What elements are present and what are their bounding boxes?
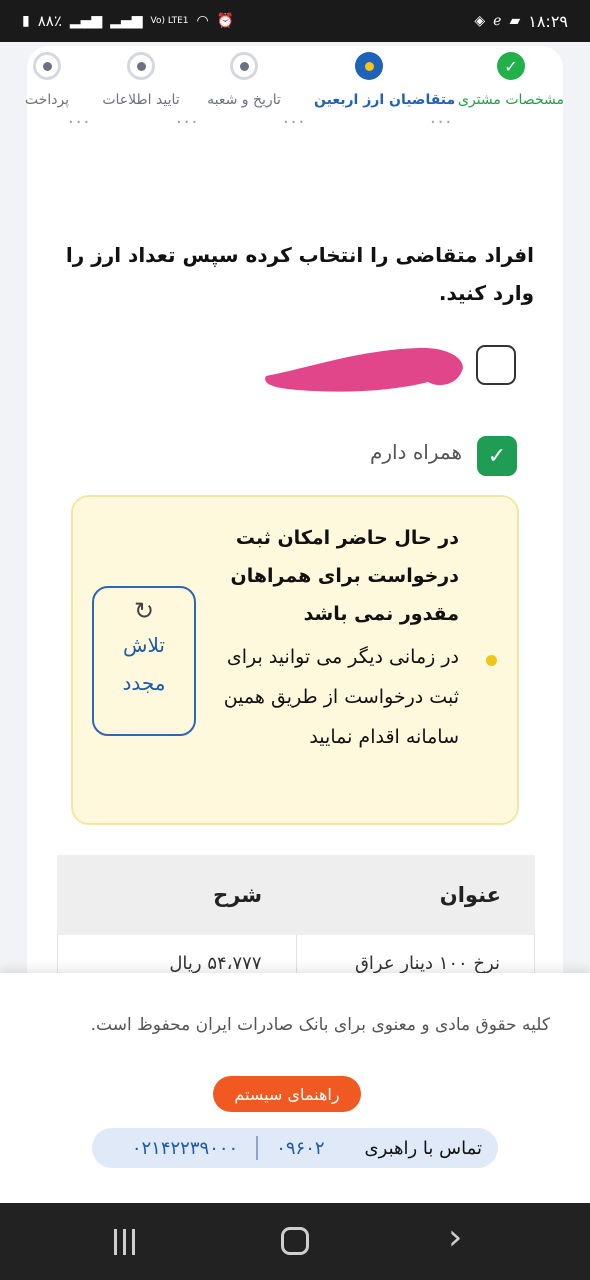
- step-payment[interactable]: پرداخت: [0, 52, 102, 108]
- notice-body: در زمانی دیگر می توانید برای ثبت درخواست…: [223, 646, 459, 748]
- recents-icon[interactable]: [114, 1229, 135, 1255]
- system-nav-bar: ›: [0, 1203, 590, 1280]
- wifi-icon: ◠: [196, 13, 209, 29]
- contact-label: تماس با راهبری: [364, 1137, 482, 1159]
- step-confirm-info[interactable]: تایید اطلاعات: [86, 52, 196, 108]
- alarm-icon: ⏰: [216, 13, 235, 29]
- column-header-title: عنوان: [439, 883, 501, 907]
- refresh-icon: ↻: [133, 597, 155, 625]
- contact-number-short[interactable]: ۰۹۶۰۲: [258, 1138, 342, 1159]
- network-label: Vo) LTE1: [150, 16, 189, 26]
- message-icon: ▰: [509, 13, 521, 29]
- home-icon[interactable]: [281, 1227, 309, 1255]
- idle-step-icon: [127, 52, 155, 80]
- clock: ۱۸:۲۹: [528, 11, 568, 31]
- instruction-text: افراد متقاضی را انتخاب کرده سپس تعداد ار…: [65, 243, 534, 305]
- step-separator: ...: [283, 107, 307, 128]
- step-label: مشخصات مشتری: [458, 92, 564, 108]
- back-icon[interactable]: ›: [448, 1217, 462, 1258]
- status-left: ▮ ۸۸٪ ▂▄▆ ▂▄▆ Vo) LTE1 ◠ ⏰: [22, 12, 234, 30]
- check-icon: ✓: [487, 443, 507, 469]
- step-label: متقاضیان ارز اربعین: [314, 92, 456, 108]
- footer: کلیه حقوق مادی و معنوی برای بانک صادرات …: [0, 973, 590, 1203]
- notice-box: در حال حاضر امکان ثبت درخواست برای همراه…: [71, 495, 519, 825]
- step-label: تایید اطلاعات: [102, 92, 180, 108]
- battery-level: ۸۸٪: [37, 12, 62, 30]
- column-header-description: شرح: [213, 883, 262, 907]
- idle-step-icon: [33, 52, 61, 80]
- step-separator: ...: [176, 107, 200, 128]
- step-customer-details[interactable]: ✓ مشخصات مشتری: [456, 52, 566, 108]
- copyright-text: کلیه حقوق مادی و معنوی برای بانک صادرات …: [90, 1015, 550, 1035]
- status-bar: ▮ ۸۸٪ ▂▄▆ ▂▄▆ Vo) LTE1 ◠ ⏰ ◈ ℯ ▰ ۱۸:۲۹: [0, 0, 590, 42]
- step-label: تاریخ و شعبه: [207, 92, 281, 108]
- system-guide-button[interactable]: راهنمای سیستم: [213, 1076, 361, 1112]
- step-separator: ...: [68, 107, 92, 128]
- bullet-icon: [486, 655, 497, 666]
- app-icon: ◈: [474, 13, 486, 29]
- companion-label: همراه دارم: [369, 440, 462, 464]
- notice-title: در حال حاضر امکان ثبت درخواست برای همراه…: [230, 527, 459, 625]
- status-right: ◈ ℯ ▰ ۱۸:۲۹: [474, 12, 568, 31]
- idle-step-icon: [230, 52, 258, 80]
- step-label: پرداخت: [24, 92, 70, 108]
- signal-icon: ▂▄▆: [69, 13, 103, 29]
- signal-icon-2: ▂▄▆: [110, 13, 143, 29]
- retry-label: تلاش مجدد: [122, 633, 166, 695]
- step-arbaeen-applicants[interactable]: متقاضیان ارز اربعین: [314, 52, 456, 108]
- battery-icon: ▮: [22, 13, 30, 29]
- support-contact: تماس با راهبری ۰۹۶۰۲ ۰۲۱۴۲۲۳۹۰۰۰: [92, 1128, 498, 1168]
- browser-icon: ℯ: [493, 13, 502, 29]
- rates-table: عنوان شرح نرخ ۱۰۰ دینار عراق ۵۴،۷۷۷ ریال: [57, 855, 535, 980]
- redacted-name-scribble: [265, 347, 463, 392]
- progress-stepper: ✓ مشخصات مشتری ... متقاضیان ارز اربعین .…: [0, 52, 590, 172]
- contact-number-landline[interactable]: ۰۲۱۴۲۲۳۹۰۰۰: [114, 1138, 256, 1159]
- companion-checkbox[interactable]: ✓: [477, 436, 517, 476]
- applicant-checkbox[interactable]: [476, 345, 516, 385]
- check-icon: ✓: [497, 52, 525, 80]
- divider: [256, 1136, 259, 1160]
- active-step-icon: [355, 52, 383, 80]
- retry-button[interactable]: ↻ تلاش مجدد: [92, 586, 196, 736]
- table-header: عنوان شرح: [57, 855, 535, 935]
- step-date-branch[interactable]: تاریخ و شعبه: [189, 52, 299, 108]
- step-separator: ...: [430, 107, 454, 128]
